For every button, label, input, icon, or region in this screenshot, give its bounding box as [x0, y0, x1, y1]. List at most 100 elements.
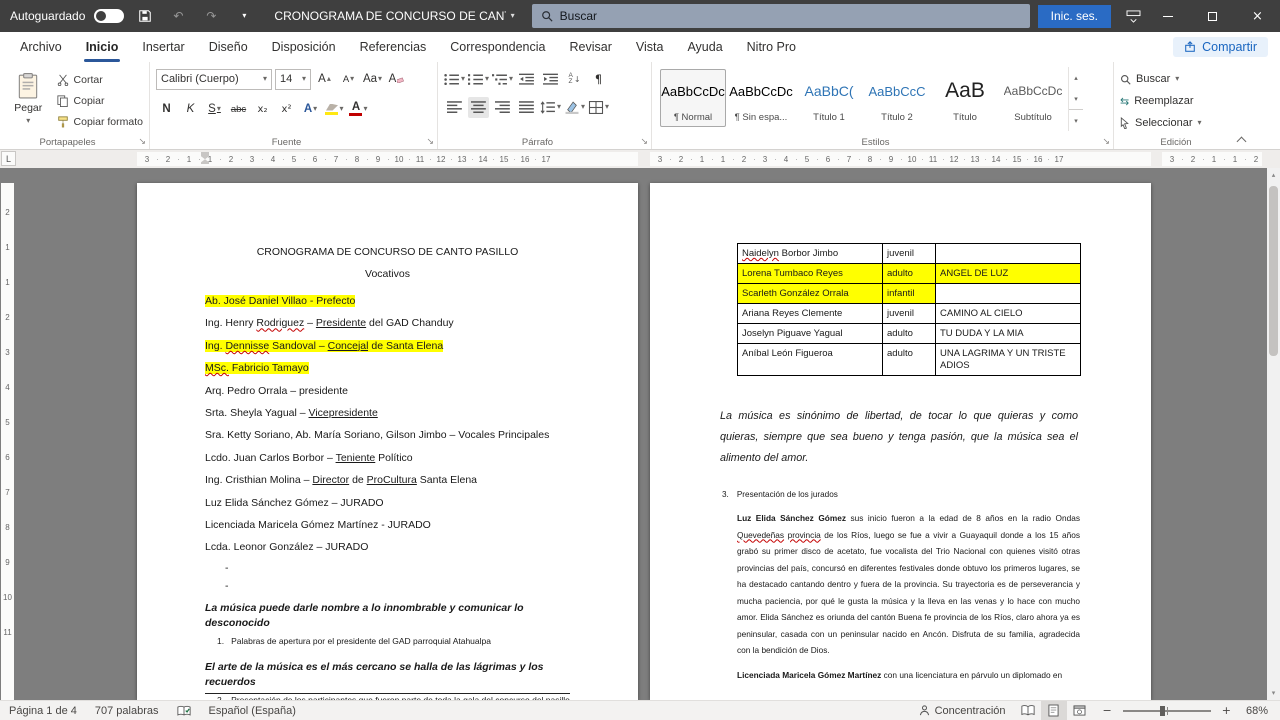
text-effects-button[interactable]: A▾: [300, 99, 321, 120]
italic-button[interactable]: K: [180, 99, 201, 120]
ruler-segment-page1[interactable]: 3·2·1·1·2·3·4·5·6·7·8·9·10·11·12·13·14·1…: [137, 152, 638, 166]
document-line[interactable]: Luz Elida Sánchez Gómez – JURADO: [205, 492, 570, 514]
style-card--normal[interactable]: AaBbCcDc¶ Normal: [660, 69, 726, 127]
zoom-slider-thumb[interactable]: [1160, 706, 1165, 716]
ruler-segment-page2[interactable]: 3·2·1·1·2·3·4·5·6·7·8·9·10·11·12·13·14·1…: [650, 152, 1151, 166]
tab-revisar[interactable]: Revisar: [557, 32, 623, 62]
quick-access-menu-button[interactable]: ▾: [232, 3, 256, 29]
tab-selector[interactable]: L: [1, 151, 16, 166]
table-cell[interactable]: [936, 244, 1081, 264]
zoom-slider[interactable]: [1123, 710, 1211, 712]
table-cell[interactable]: ANGEL DE LUZ: [936, 264, 1081, 284]
sort-button[interactable]: AZ↓: [564, 69, 585, 90]
page-number-status[interactable]: Página 1 de 4: [0, 701, 86, 720]
scrollbar-thumb[interactable]: [1269, 186, 1278, 356]
bold-button[interactable]: N: [156, 99, 177, 120]
styles-dialog-launcher[interactable]: ↘: [1102, 138, 1110, 147]
select-button[interactable]: Seleccionar ▾: [1120, 113, 1246, 133]
highlight-button[interactable]: ▾: [324, 99, 345, 120]
save-button[interactable]: [133, 3, 157, 29]
read-mode-button[interactable]: [1015, 701, 1041, 720]
table-cell[interactable]: infantil: [883, 284, 936, 304]
decrease-indent-button[interactable]: [516, 69, 537, 90]
underline-button[interactable]: S▾: [204, 99, 225, 120]
document-line[interactable]: Srta. Sheyla Yagual – Vicepresidente: [205, 402, 570, 424]
document-line[interactable]: Ing. Cristhian Molina – Director de ProC…: [205, 469, 570, 491]
close-button[interactable]: ×: [1235, 0, 1280, 32]
tab-insertar[interactable]: Insertar: [130, 32, 196, 62]
sign-in-button[interactable]: Inic. ses.: [1038, 5, 1111, 28]
tab-archivo[interactable]: Archivo: [8, 32, 74, 62]
style-card-título-2[interactable]: AaBbCcCTítulo 2: [864, 69, 930, 127]
title-dropdown-button[interactable]: ▾: [506, 3, 520, 29]
multilevel-list-button[interactable]: ▾: [492, 69, 513, 90]
tab-nitro-pro[interactable]: Nitro Pro: [735, 32, 808, 62]
style-card-subtítulo[interactable]: AaBbCcDcSubtítulo: [1000, 69, 1066, 127]
style-card-título-1[interactable]: AaBbC(Título 1: [796, 69, 862, 127]
tab-correspondencia[interactable]: Correspondencia: [438, 32, 557, 62]
web-layout-button[interactable]: [1067, 701, 1093, 720]
share-button[interactable]: Compartir: [1173, 37, 1268, 57]
numbered-item-3[interactable]: 3. Presentación de los jurados: [722, 489, 1151, 500]
styles-more-button[interactable]: ▾: [1069, 109, 1083, 131]
shrink-font-button[interactable]: A▾: [338, 69, 359, 90]
table-cell[interactable]: juvenil: [883, 304, 936, 324]
table-cell[interactable]: Ariana Reyes Clemente: [738, 304, 883, 324]
copy-button[interactable]: Copiar: [57, 90, 143, 111]
language-status[interactable]: Español (España): [200, 701, 305, 720]
document-line[interactable]: MSc. Fabricio Tamayo: [205, 357, 570, 379]
change-case-button[interactable]: Aa▾: [362, 69, 383, 90]
increase-indent-button[interactable]: [540, 69, 561, 90]
style-card--sin-espa-[interactable]: AaBbCcDc¶ Sin espa...: [728, 69, 794, 127]
table-cell[interactable]: [936, 284, 1081, 304]
paste-button[interactable]: Pegar ▾: [6, 67, 51, 131]
table-cell[interactable]: UNA LAGRIMA Y UN TRISTE ADIOS: [936, 344, 1081, 376]
styles-scroll-up-button[interactable]: ▴: [1069, 67, 1083, 88]
shading-button[interactable]: ▾: [564, 97, 585, 118]
format-painter-button[interactable]: Copiar formato: [57, 111, 143, 132]
style-card-título[interactable]: AaBTítulo: [932, 69, 998, 127]
table-cell[interactable]: Joselyn Piguave Yagual: [738, 324, 883, 344]
document-heading[interactable]: CRONOGRAMA DE CONCURSO DE CANTO PASILLO: [205, 245, 570, 259]
tab-disposición[interactable]: Disposición: [260, 32, 348, 62]
document-line[interactable]: Arq. Pedro Orrala – presidente: [205, 380, 570, 402]
grow-font-button[interactable]: A▴: [314, 69, 335, 90]
tab-vista[interactable]: Vista: [624, 32, 676, 62]
scroll-up-icon[interactable]: ▴: [1267, 168, 1280, 182]
ribbon-display-options-button[interactable]: [1121, 3, 1145, 29]
document-line[interactable]: -: [225, 577, 570, 595]
document-line[interactable]: Sra. Ketty Soriano, Ab. María Soriano, G…: [205, 424, 570, 446]
document-line[interactable]: -: [225, 559, 570, 577]
zoom-in-button[interactable]: +: [1218, 701, 1237, 720]
align-right-button[interactable]: [492, 97, 513, 118]
redo-button[interactable]: ↷: [199, 3, 223, 29]
autosave-toggle[interactable]: [94, 9, 124, 23]
quote-line-1[interactable]: La música puede darle nombre a lo innomb…: [205, 601, 570, 631]
find-button[interactable]: Buscar ▾: [1120, 69, 1246, 89]
font-size-select[interactable]: 14 ▾: [275, 69, 311, 90]
superscript-button[interactable]: x²: [276, 99, 297, 120]
quote-line-2[interactable]: El arte de la música es el más cercano s…: [205, 660, 570, 690]
clear-formatting-button[interactable]: A: [386, 69, 407, 90]
tab-inicio[interactable]: Inicio: [74, 32, 131, 62]
subscript-button[interactable]: x₂: [252, 99, 273, 120]
styles-scroll-down-button[interactable]: ▾: [1069, 88, 1083, 109]
table-cell[interactable]: Naidelyn Borbor Jimbo: [738, 244, 883, 264]
font-dialog-launcher[interactable]: ↘: [426, 138, 434, 147]
bio-paragraph-2[interactable]: Licenciada Maricela Gómez Martínez con u…: [737, 667, 1080, 684]
focus-mode-button[interactable]: Concentración: [910, 701, 1015, 720]
table-cell[interactable]: adulto: [883, 344, 936, 376]
cut-button[interactable]: Cortar: [57, 69, 143, 90]
undo-button[interactable]: ↶: [166, 3, 190, 29]
numbering-button[interactable]: ▾: [468, 69, 489, 90]
font-family-select[interactable]: Calibri (Cuerpo) ▾: [156, 69, 272, 90]
clipboard-dialog-launcher[interactable]: ↘: [138, 138, 146, 147]
paragraph-dialog-launcher[interactable]: ↘: [640, 138, 648, 147]
numbered-item-1[interactable]: 1. Palabras de apertura por el president…: [217, 634, 570, 648]
line-spacing-button[interactable]: ▾: [540, 97, 561, 118]
collapse-ribbon-button[interactable]: [1237, 137, 1247, 147]
table-cell[interactable]: Scarleth González Orrala: [738, 284, 883, 304]
tab-diseño[interactable]: Diseño: [197, 32, 260, 62]
document-line[interactable]: Ing. Dennisse Sandoval – Concejal de San…: [205, 335, 570, 357]
zoom-out-button[interactable]: −: [1093, 701, 1116, 720]
